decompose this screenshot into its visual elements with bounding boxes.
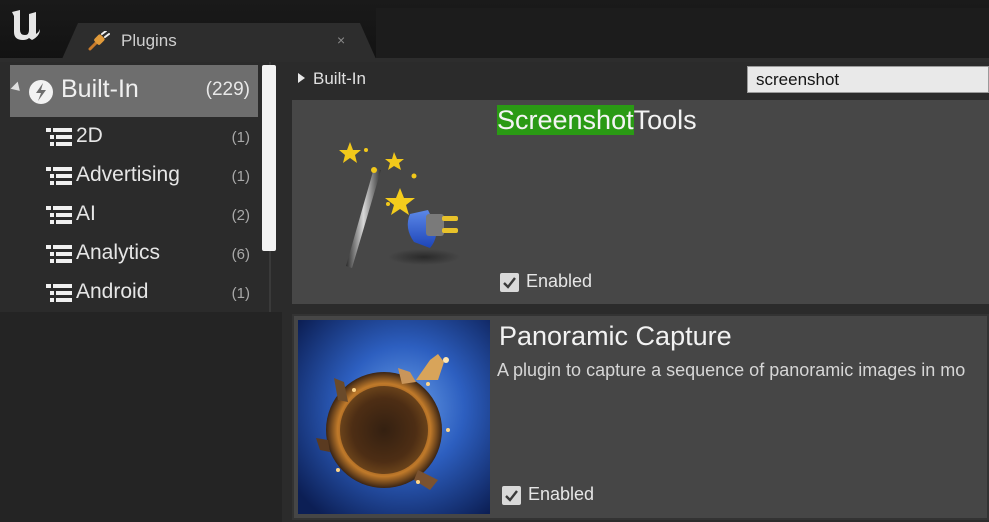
plugin-title: ScreenshotTools (497, 105, 697, 136)
breadcrumb[interactable]: Built-In (313, 69, 366, 89)
search-input[interactable]: screenshot (747, 66, 989, 93)
list-icon (46, 206, 72, 224)
tab-plugins[interactable]: Plugins × (62, 23, 376, 59)
search-highlight: Screenshot (497, 105, 634, 135)
tree-item-count: (1) (231, 129, 250, 146)
enabled-label: Enabled (528, 484, 595, 504)
list-icon (46, 167, 72, 185)
plug-icon (88, 30, 110, 51)
tree-item-label: Android (76, 280, 149, 303)
tree-item-ai[interactable]: AI (2) (44, 197, 258, 233)
plugin-description: A plugin to capture a sequence of panora… (497, 360, 966, 380)
tree-item-advertising[interactable]: Advertising (1) (44, 158, 258, 194)
tab-label: Plugins (121, 31, 177, 50)
tiny-planet-image (298, 320, 490, 514)
plugin-title-rest: Tools (633, 105, 697, 135)
tree-item-count: (1) (231, 285, 250, 302)
tree-item-count: (6) (231, 246, 250, 263)
expand-arrow-icon[interactable] (10, 81, 24, 95)
list-icon (46, 128, 72, 146)
list-icon (46, 284, 72, 302)
magic-wand-plug-icon (302, 110, 486, 294)
plugin-card[interactable]: ScreenshotTools Enabled (292, 100, 989, 304)
unreal-category-icon (28, 79, 54, 105)
tree-item-analytics[interactable]: Analytics (6) (44, 236, 258, 272)
tree-item-count: (229) (205, 79, 250, 100)
tree-item-label: Advertising (76, 163, 180, 186)
sidebar-empty-area (0, 312, 282, 522)
title-bar-drag-area[interactable] (376, 8, 989, 58)
checkbox-checked-icon[interactable] (500, 273, 519, 292)
tree-item-label: 2D (76, 124, 103, 147)
enabled-label: Enabled (526, 271, 593, 291)
plugin-title-rest: Panoramic Capture (499, 321, 732, 351)
category-tree: Built-In (229) 2D (1) Advertising (1) AI… (0, 62, 282, 312)
tree-item-count: (2) (231, 207, 250, 224)
breadcrumb-arrow-icon[interactable] (298, 73, 305, 83)
unreal-logo-icon[interactable] (8, 8, 44, 42)
tree-item-label: Analytics (76, 241, 161, 264)
tree-item-android[interactable]: Android (1) (44, 275, 258, 311)
tree-item-label: Built-In (61, 75, 139, 103)
plugin-card[interactable]: Panoramic Capture A plugin to capture a … (292, 314, 989, 520)
tree-item-label: AI (76, 202, 96, 225)
plugin-title: Panoramic Capture (499, 321, 732, 352)
checkbox-checked-icon[interactable] (502, 486, 521, 505)
tree-item-count: (1) (231, 168, 250, 185)
list-icon (46, 245, 72, 263)
tree-item-2d[interactable]: 2D (1) (44, 119, 258, 155)
plugins-editor: Built-In (229) 2D (1) Advertising (1) AI… (0, 62, 989, 522)
tree-item-built-in[interactable]: Built-In (229) (10, 65, 258, 117)
scrollbar-thumb[interactable] (262, 65, 276, 251)
title-bar: Plugins × (0, 0, 989, 62)
close-tab-icon[interactable]: × (337, 32, 345, 48)
